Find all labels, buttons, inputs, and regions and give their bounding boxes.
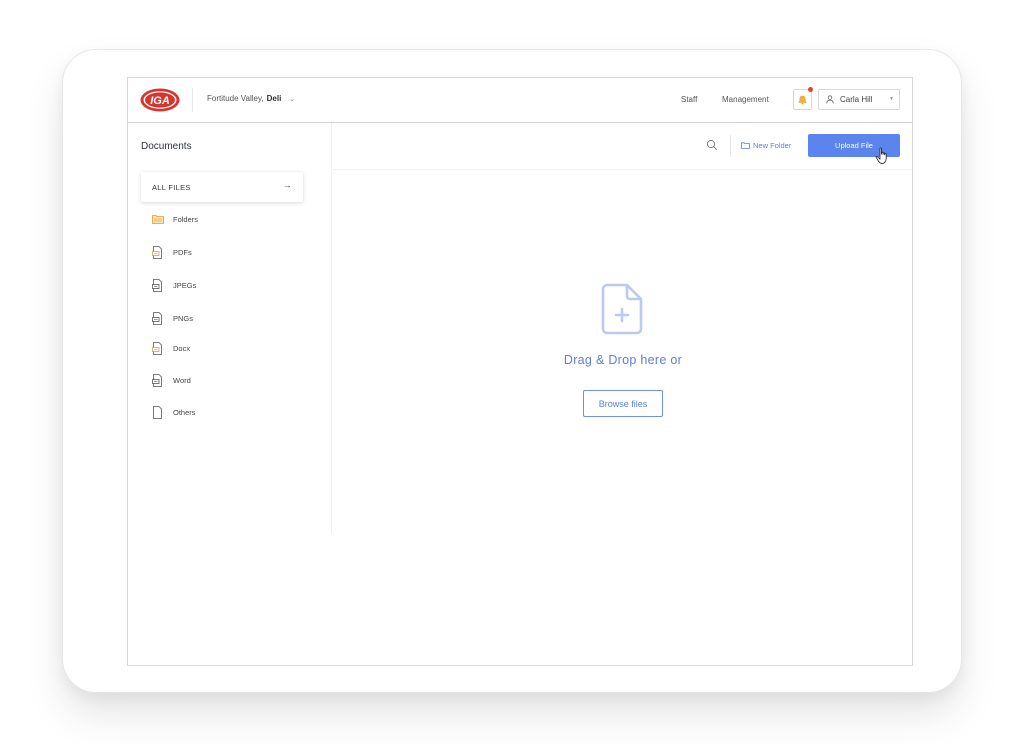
blank-file-icon: [153, 405, 162, 419]
sidebar-item-folders[interactable]: Folders: [151, 211, 198, 227]
search-icon[interactable]: [706, 139, 718, 151]
all-files-label: ALL FILES: [152, 182, 191, 192]
png-file-icon: [152, 311, 162, 325]
top-header: IGA Fortitude Valley, Deli ⌄ Staff Manag…: [128, 78, 912, 123]
sidebar-item-label: Word: [173, 375, 191, 385]
header-divider: [192, 88, 193, 112]
sidebar-item-word[interactable]: Word: [151, 372, 191, 388]
docx-file-icon: [152, 341, 162, 355]
sidebar-title: Documents: [141, 141, 192, 152]
jpeg-file-icon: [152, 278, 162, 292]
sidebar-item-pdfs[interactable]: PDFs: [151, 244, 192, 260]
store-selector[interactable]: Fortitude Valley, Deli ⌄: [207, 94, 295, 103]
sidebar-item-docx[interactable]: Docx: [151, 340, 190, 356]
sidebar-item-label: Folders: [173, 214, 199, 224]
notification-dot: [808, 87, 813, 92]
word-file-icon: [152, 373, 162, 387]
folder-outline-icon: [741, 142, 750, 149]
toolbar: New Folder Upload File: [333, 123, 912, 170]
sidebar-item-label: Docx: [173, 343, 191, 353]
drop-prompt: Drag & Drop here or: [563, 353, 683, 367]
new-folder-button[interactable]: New Folder: [741, 141, 791, 150]
store-name: Fortitude Valley,: [207, 94, 264, 103]
main-content: New Folder Upload File Drag & Drop here …: [333, 123, 912, 665]
sidebar-item-pngs[interactable]: PNGs: [151, 310, 193, 326]
store-department: Deli: [266, 94, 282, 103]
sidebar-item-all-files[interactable]: ALL FILES →: [141, 172, 303, 202]
folder-icon: [151, 215, 164, 224]
arrow-right-icon: →: [282, 180, 292, 190]
chevron-down-icon: ⌄: [289, 95, 296, 103]
sidebar-item-jpegs[interactable]: JPEGs: [151, 277, 196, 293]
sidebar-item-others[interactable]: Others: [151, 404, 196, 420]
hand-cursor-icon: [875, 147, 887, 164]
drop-zone[interactable]: Drag & Drop here or Browse files: [333, 171, 912, 531]
sidebar-item-label: PNGs: [173, 313, 194, 323]
browse-files-button[interactable]: Browse files: [583, 390, 663, 417]
user-name: Carla Hill: [840, 95, 873, 104]
nav-management[interactable]: Management: [722, 95, 769, 104]
sidebar-item-label: JPEGs: [173, 280, 197, 290]
sidebar: Documents ALL FILES → Folders PDFs JPEGs…: [128, 123, 332, 533]
new-folder-label: New Folder: [753, 141, 792, 150]
file-plus-icon: [601, 283, 643, 335]
bell-icon: [798, 95, 807, 104]
logo-text: IGA: [150, 95, 170, 107]
pdf-file-icon: [152, 245, 162, 259]
sidebar-item-label: PDFs: [173, 247, 192, 257]
user-menu[interactable]: Carla Hill ▾: [818, 89, 900, 110]
iga-logo[interactable]: IGA: [140, 88, 180, 112]
chevron-down-icon: ▾: [889, 96, 893, 102]
sidebar-item-label: Others: [173, 407, 196, 417]
notifications-button[interactable]: [793, 87, 813, 110]
user-icon: [826, 95, 834, 104]
app-window: IGA Fortitude Valley, Deli ⌄ Staff Manag…: [127, 77, 913, 666]
toolbar-divider: [730, 135, 731, 157]
nav-staff[interactable]: Staff: [681, 95, 697, 104]
